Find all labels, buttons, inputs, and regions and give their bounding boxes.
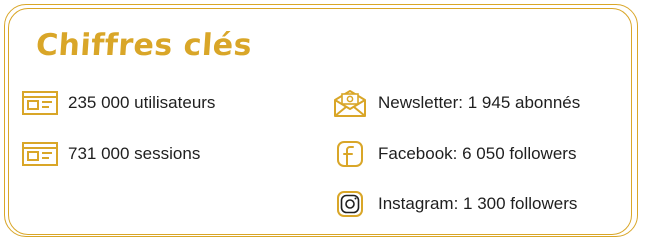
instagram-icon — [337, 191, 363, 217]
stat-users: 235 000 utilisateurs — [21, 88, 215, 118]
stat-facebook: Facebook: 6 050 followers — [331, 139, 576, 169]
stat-newsletter: Newsletter: 1 945 abonnés — [331, 88, 580, 118]
stat-label: 731 000 sessions — [68, 144, 201, 163]
browser-window-icon — [22, 91, 58, 115]
browser-window-icon — [22, 142, 58, 166]
stat-label: 235 000 utilisateurs — [68, 93, 216, 112]
stat-label: Facebook: 6 050 followers — [378, 144, 577, 163]
stat-sessions: 731 000 sessions — [21, 139, 200, 169]
stat-label: Instagram: 1 300 followers — [378, 194, 578, 213]
page-title: Chiffres clés — [34, 28, 254, 63]
envelope-at-icon — [334, 90, 366, 117]
stat-instagram: Instagram: 1 300 followers — [331, 189, 577, 219]
facebook-icon — [337, 141, 363, 167]
stat-label: Newsletter: 1 945 abonnés — [378, 93, 581, 112]
